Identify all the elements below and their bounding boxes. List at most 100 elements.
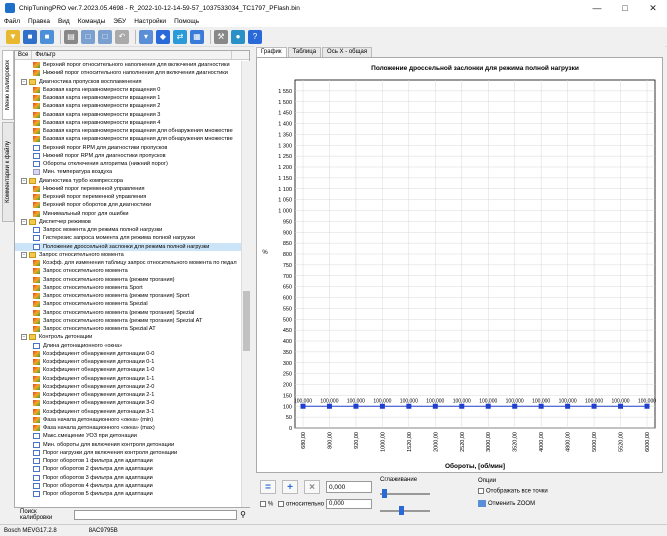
collapse-icon[interactable]: − — [21, 251, 27, 258]
tree-group[interactable]: − Диагностика турбо компрессора — [15, 177, 241, 185]
tab-calibration-menu[interactable]: Меню калибровок — [2, 50, 14, 120]
tree-item[interactable]: Положение дроссельной заслонки для режим… — [15, 242, 241, 251]
connect-icon[interactable]: ● — [231, 29, 245, 44]
collapse-icon[interactable]: − — [21, 218, 27, 225]
tree-item[interactable]: Запрос относительного момента Spezial AT — [15, 325, 241, 333]
value-input[interactable]: 0,000 — [326, 481, 372, 493]
tools-icon[interactable]: ⚒ — [214, 29, 228, 44]
tree-item[interactable]: Базовая карта неравномерности вращения 2 — [15, 102, 241, 110]
tree-item[interactable]: Запрос относительного момента (режим тро… — [15, 292, 241, 300]
tree-item[interactable]: Базовая карта неравномерности вращения д… — [15, 135, 241, 143]
arrows-icon[interactable]: ⇄ — [173, 29, 187, 44]
smoothing-slider-knob[interactable] — [382, 489, 387, 498]
tree-item[interactable]: Коэффициент обнаружения детонации 3-1 — [15, 408, 241, 416]
tree-group[interactable]: − Запрос относительного момента — [15, 251, 241, 259]
scrollbar-thumb[interactable] — [243, 291, 250, 351]
multiply-icon[interactable]: × — [304, 480, 320, 494]
collapse-icon[interactable]: − — [21, 334, 27, 341]
search-input[interactable] — [73, 510, 238, 520]
smoothing-slider-track[interactable] — [380, 493, 430, 495]
tree-item[interactable]: Базовая карта неравномерности вращения 3 — [15, 111, 241, 119]
tree-item[interactable]: Фаза начала детонационного «окна» (min) — [15, 416, 241, 424]
relative-checkbox-group[interactable]: относительно — [278, 501, 324, 508]
open-folder-icon[interactable]: ▼ — [6, 29, 20, 44]
menu-help[interactable]: Помощь — [174, 18, 199, 25]
tree-item[interactable]: Запрос относительного момента (режим тро… — [15, 317, 241, 325]
tree-item[interactable]: Базовая карта неравномерности вращения 4 — [15, 119, 241, 127]
menu-commands[interactable]: Команды — [78, 18, 106, 25]
tree-item[interactable]: Длина детонационного «окна» — [15, 342, 241, 350]
tab-graph[interactable]: График — [256, 47, 287, 57]
tree-item[interactable]: Коэффициент обнаружения детонации 1-1 — [15, 375, 241, 383]
tree-scrollbar[interactable] — [241, 61, 250, 507]
tree-item[interactable]: Нижний порог относительного наполнения д… — [15, 69, 241, 77]
show-all-points-checkbox[interactable] — [478, 488, 484, 494]
tree-item[interactable]: Запрос относительного момента — [15, 267, 241, 275]
tab-table[interactable]: Таблица — [287, 47, 322, 57]
tree-item[interactable]: Макс.смещение УОЗ при детонации — [15, 432, 241, 440]
tab-axis-x[interactable]: Ось X - общая — [322, 47, 373, 57]
tree-item[interactable]: Запрос относительного момента (режим тро… — [15, 276, 241, 284]
relative-value-input[interactable]: 0,000 — [326, 499, 372, 509]
tree-item[interactable]: Порог оборотов 3 фильтра для адаптации — [15, 474, 241, 482]
tree-item[interactable]: Порог оборотов 1 фильтра для адаптации — [15, 457, 241, 465]
tree-item[interactable]: Запрос относительного момента (режим тро… — [15, 309, 241, 317]
tree-group[interactable]: − Контроль детонации — [15, 333, 241, 341]
tree-item[interactable]: Фаза начала детонационного «окна» (max) — [15, 424, 241, 432]
smoothing-slider-knob-2[interactable] — [399, 506, 404, 515]
tree-item[interactable]: Мин. обороты для включения контроля дето… — [15, 441, 241, 449]
collapse-icon[interactable]: − — [21, 78, 27, 85]
compare-icon[interactable]: ▦ — [190, 29, 204, 44]
tree-item[interactable]: Коэффициент обнаружения детонации 2-1 — [15, 391, 241, 399]
tree-item[interactable]: Нижний порог RPM для диагностики пропуск… — [15, 152, 241, 160]
tree-item[interactable]: Базовая карта неравномерности вращения 0 — [15, 86, 241, 94]
menu-file[interactable]: Файл — [4, 18, 20, 25]
equal-icon[interactable]: = — [260, 480, 276, 494]
undo-icon[interactable]: ↶ — [115, 29, 129, 44]
tree-item[interactable]: Коэффициент обнаружения детонации 0-0 — [15, 350, 241, 358]
tree-item[interactable]: Минимальный порог для ошибки — [15, 210, 241, 218]
tree-item[interactable]: Верхний порог RPM для диагностики пропус… — [15, 144, 241, 152]
tree-item[interactable]: Коэффициент обнаружения детонации 2-0 — [15, 383, 241, 391]
maximize-button[interactable]: □ — [611, 0, 639, 16]
chip-icon[interactable]: ▾ — [139, 29, 153, 44]
tree-item[interactable]: Коэфф. для изменения таблицу запрос отно… — [15, 259, 241, 267]
tree-item[interactable]: Порог нагрузки для включения контроля де… — [15, 449, 241, 457]
tree-item[interactable]: Порог оборотов 5 фильтра для адаптации — [15, 490, 241, 498]
tree-item[interactable]: Порог оборотов 2 фильтра для адаптации — [15, 465, 241, 473]
menu-edit[interactable]: Правка — [28, 18, 50, 25]
tab-file-comments[interactable]: Комментарии к файлу — [2, 122, 14, 222]
tree-item[interactable]: Коэффициент обнаружения детонации 0-1 — [15, 358, 241, 366]
tree-item[interactable]: Гистерезис запроса момента для режима по… — [15, 234, 241, 242]
tree-item[interactable]: Верхний порог оборотов для диагностики — [15, 201, 241, 209]
help-icon[interactable]: ? — [248, 29, 262, 44]
menu-ecu[interactable]: ЭБУ — [113, 18, 126, 25]
tree-item[interactable]: Запрос относительного момента Sport — [15, 284, 241, 292]
tree-group[interactable]: − Диагностика пропусков воспламенения — [15, 78, 241, 86]
tree-item[interactable]: Базовая карта неравномерности вращения д… — [15, 127, 241, 135]
percent-checkbox-group[interactable]: % — [260, 501, 273, 508]
search-icon[interactable]: ⚲ — [240, 510, 250, 520]
tree-item[interactable]: Запрос относительного момента Spezial — [15, 300, 241, 308]
tree-item[interactable]: Верхний порог относительного наполнения … — [15, 61, 241, 69]
save-as-icon[interactable]: ■ — [40, 29, 54, 44]
tree-item[interactable]: Порог оборотов 4 фильтра для адаптации — [15, 482, 241, 490]
plus-icon[interactable]: + — [282, 480, 298, 494]
menu-settings[interactable]: Настройки — [134, 18, 166, 25]
column-all[interactable]: Все — [15, 51, 33, 59]
copy-icon[interactable]: □ — [81, 29, 95, 44]
percent-checkbox[interactable] — [260, 501, 266, 507]
smoothing-slider-track-2[interactable] — [380, 510, 430, 512]
show-all-points-option[interactable]: Отображать все точки — [478, 488, 548, 495]
menu-view[interactable]: Вид — [58, 18, 70, 25]
print-icon[interactable]: ▤ — [64, 29, 78, 44]
cancel-zoom-button[interactable]: Отменить ZOOM — [478, 500, 535, 507]
save-icon[interactable]: ■ — [23, 29, 37, 44]
tree-item[interactable]: Запрос момента для режима полной нагрузк… — [15, 226, 241, 234]
diamond-icon[interactable]: ◆ — [156, 29, 170, 44]
tree-item[interactable]: Базовая карта неравномерности вращения 1 — [15, 94, 241, 102]
relative-checkbox[interactable] — [278, 501, 284, 507]
column-filter[interactable]: Фильтр — [32, 51, 233, 59]
tree-item[interactable]: Обороты отключения алгоритма (нижний пор… — [15, 160, 241, 168]
minimize-button[interactable]: — — [583, 0, 611, 16]
